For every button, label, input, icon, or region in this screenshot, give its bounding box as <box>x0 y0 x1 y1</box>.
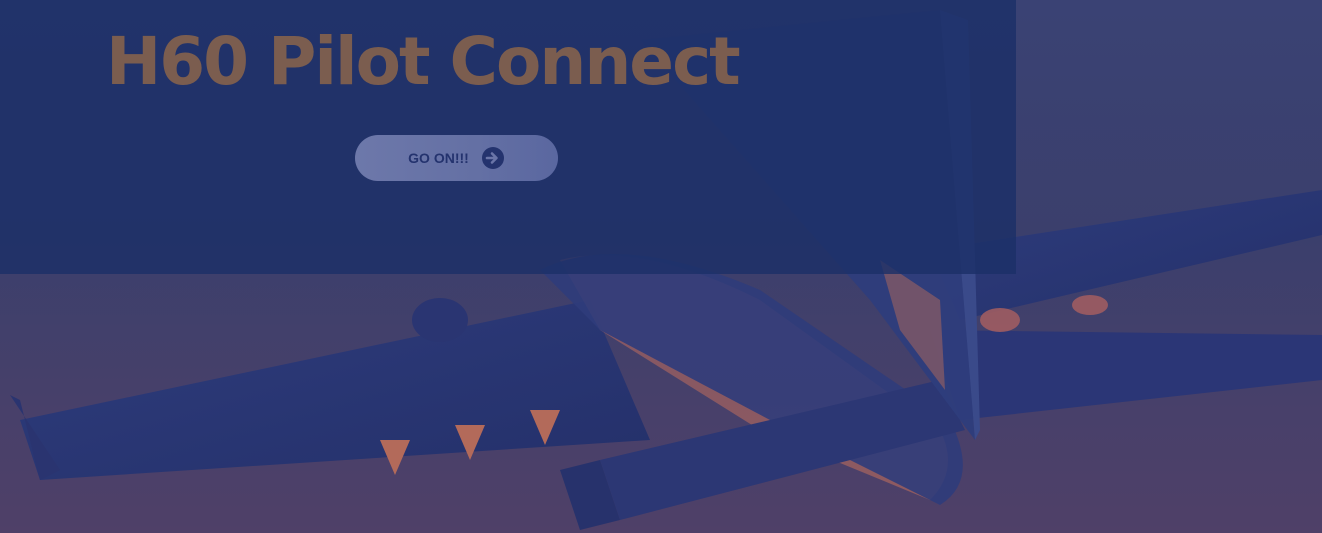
hero-section: H60 Pilot Connect GO ON!!! <box>0 0 1322 533</box>
arrow-right-circle-icon <box>481 147 504 169</box>
go-on-button-label: GO ON!!! <box>408 150 469 166</box>
go-on-button[interactable]: GO ON!!! <box>355 135 558 181</box>
page-title: H60 Pilot Connect <box>106 23 741 100</box>
